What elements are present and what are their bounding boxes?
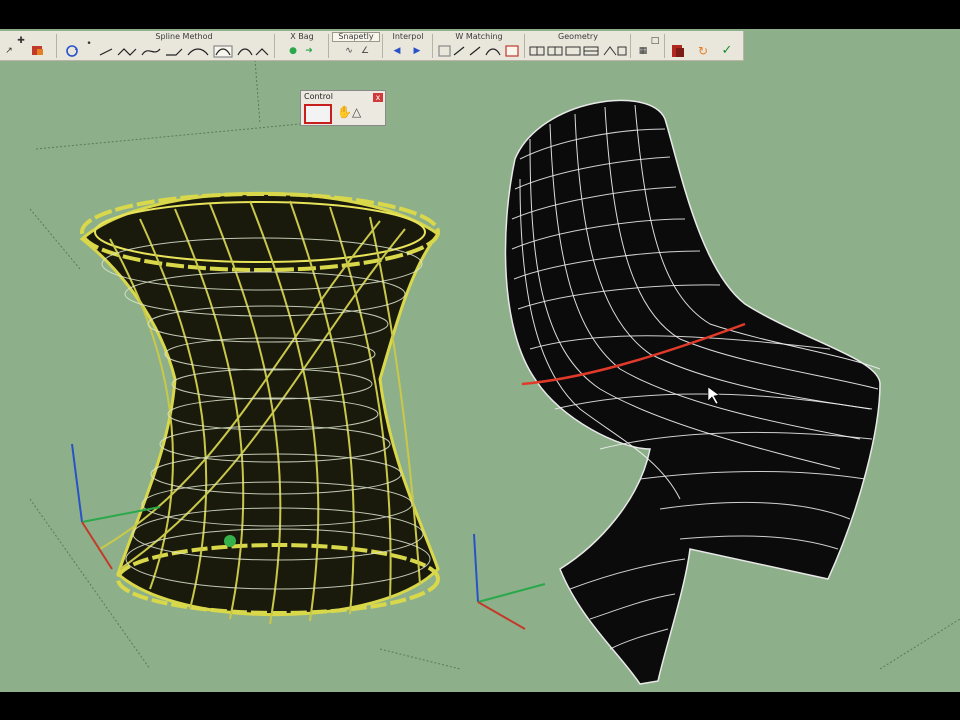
arrow-right-icon[interactable]: ➜	[302, 44, 316, 57]
paint-bucket-icon[interactable]	[30, 44, 44, 57]
snapetly-label: Snapetly	[338, 32, 374, 41]
3d-viewport[interactable]: Control x ✋△	[0, 29, 960, 692]
box-icon[interactable]	[670, 44, 684, 57]
geometry-tools[interactable]	[528, 43, 628, 59]
spline-method-label: Spline Method	[155, 32, 213, 41]
confirm-check-icon[interactable]: ✓	[720, 43, 734, 58]
add-point-icon[interactable]: ●	[286, 44, 300, 57]
interpol-label: Interpol	[392, 32, 424, 41]
interpolate-right-icon[interactable]: ▶	[410, 44, 424, 57]
spline-method-group: Spline Method	[96, 31, 272, 61]
control-panel-title: Control	[304, 92, 333, 101]
flip-icon[interactable]: ↻	[696, 44, 710, 58]
panton-chair-mesh[interactable]	[504, 99, 881, 685]
spline-tools[interactable]	[96, 43, 272, 59]
interpol-group: Interpol ◀ ▶	[386, 31, 430, 61]
geometry-group: Geometry	[528, 31, 628, 61]
control-panel[interactable]: Control x ✋△	[300, 90, 386, 126]
twisted-stool-mesh[interactable]	[79, 191, 441, 625]
matching-tools[interactable]	[436, 43, 522, 59]
x-bag-label: X Bag	[290, 32, 314, 41]
video-frame: Control x ✋△ ↗ ✚ • Spline Method X Bag ●…	[0, 0, 960, 720]
interpolate-left-icon[interactable]: ◀	[390, 44, 404, 57]
geometry-label: Geometry	[558, 32, 598, 41]
settings-icon[interactable]: •	[82, 37, 96, 50]
color-swatch[interactable]	[304, 104, 332, 124]
viewport-canvas[interactable]	[0, 29, 960, 692]
stool-gizmo-handle[interactable]	[224, 535, 236, 547]
snapetly-group: Snapetly ∿ ∠	[332, 31, 380, 61]
rotate-icon[interactable]	[64, 44, 78, 57]
move-icon[interactable]: ✚	[14, 34, 28, 47]
snap-icon[interactable]: ∿	[342, 44, 356, 57]
frame-icon[interactable]: □	[648, 34, 662, 47]
x-bag-group: X Bag ● ➜	[278, 31, 326, 61]
close-icon[interactable]: x	[373, 93, 383, 102]
chair-axis-gizmo	[473, 533, 546, 630]
w-matching-label: W Matching	[455, 32, 503, 41]
hand-tool-icon[interactable]: ✋△	[337, 105, 361, 119]
plugin-toolbar: ↗ ✚ • Spline Method X Bag ● ➜ Snapetly ∿…	[0, 31, 744, 61]
w-matching-group: W Matching	[436, 31, 522, 61]
snap-angle-icon[interactable]: ∠	[358, 44, 372, 57]
